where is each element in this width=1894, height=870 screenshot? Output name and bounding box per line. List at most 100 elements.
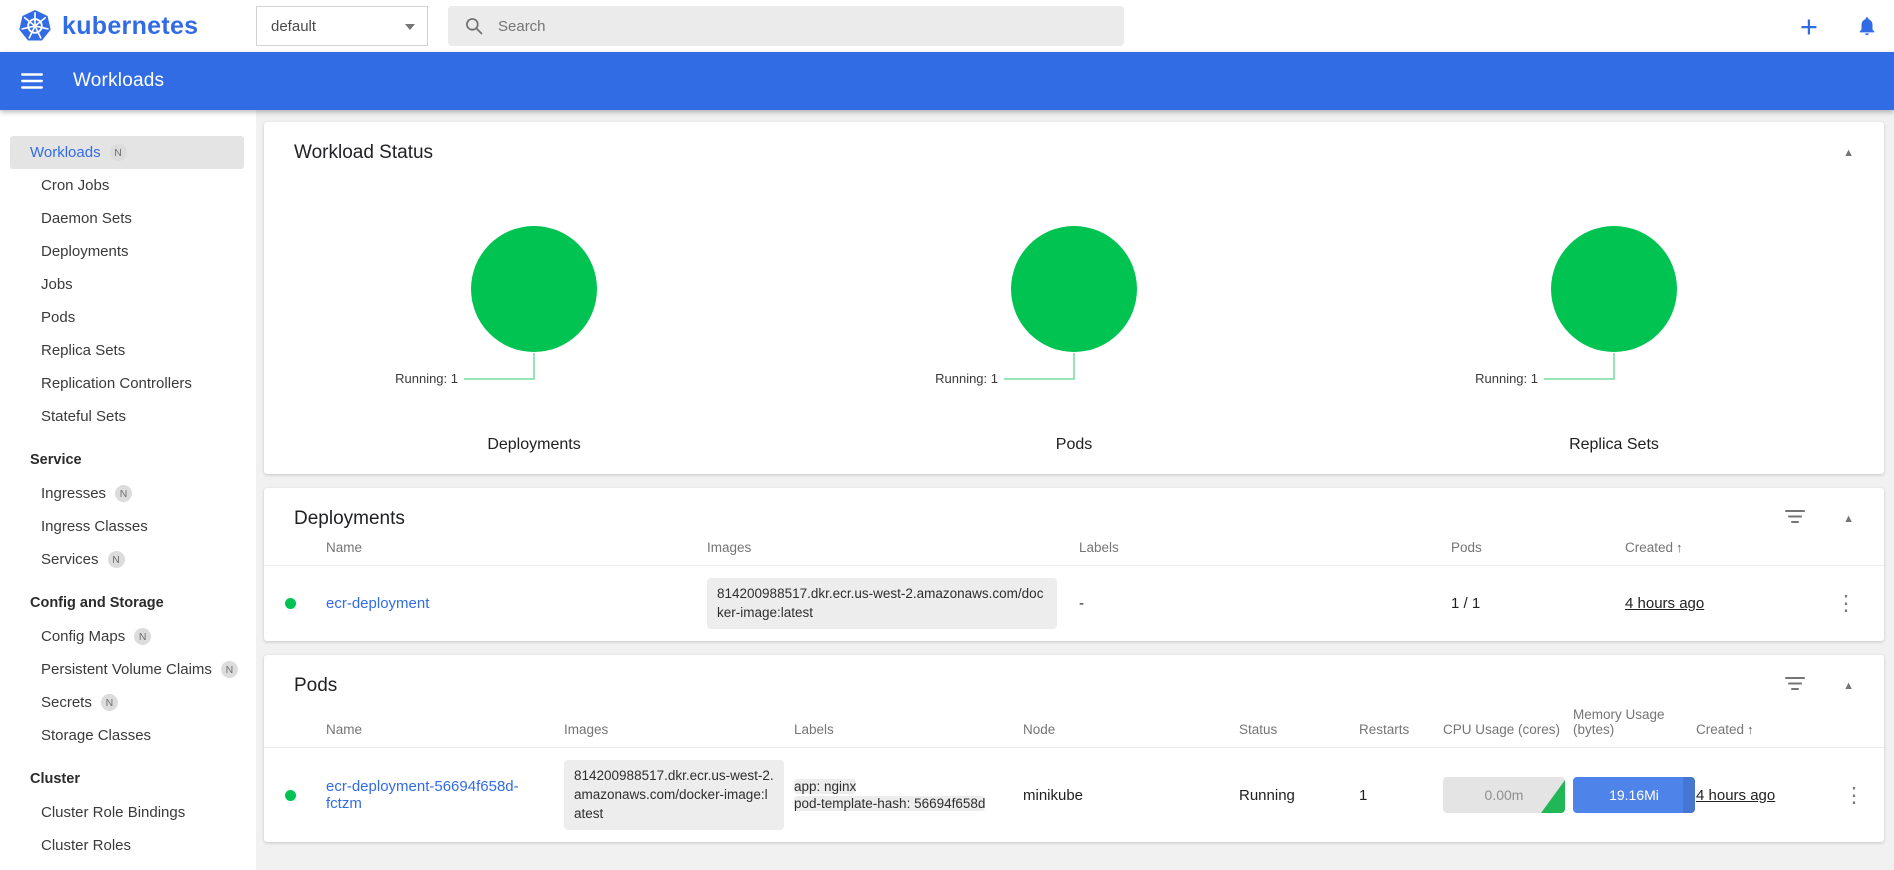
- menu-column-header: [1818, 536, 1884, 566]
- sidebar-item-storage-classes[interactable]: Storage Classes: [10, 719, 244, 752]
- sidebar-item-cluster-role-bindings[interactable]: Cluster Role Bindings: [10, 796, 244, 829]
- page-header-bar: Workloads: [0, 52, 1894, 110]
- sidebar-item-daemon-sets[interactable]: Daemon Sets: [10, 202, 244, 235]
- relative-time: 4 hours ago: [1696, 786, 1776, 804]
- topbar-actions: +: [1800, 11, 1894, 42]
- sidebar-section-config-and-storage: Config and Storage: [30, 595, 164, 611]
- images-cell: 814200988517.dkr.ecr.us-west-2.amazonaws…: [564, 747, 794, 843]
- namespaced-badge: N: [115, 485, 133, 502]
- status-column-header: [264, 703, 326, 748]
- name-cell: ecr-deployment: [326, 565, 707, 642]
- namespace-selector[interactable]: default: [256, 6, 428, 46]
- page-title: Workloads: [73, 70, 165, 91]
- row-menu-kebab-icon[interactable]: ⋮: [1834, 785, 1874, 806]
- namespaced-badge: N: [107, 551, 125, 568]
- pie-chart-svg: Running: 1: [1475, 226, 1677, 386]
- sidebar-item-cluster-roles[interactable]: Cluster Roles: [10, 829, 244, 862]
- cpu-usage-value: 0.00m: [1484, 787, 1524, 804]
- pods-card: Pods ▲ Name Images Labels Node Status Re…: [264, 655, 1884, 843]
- sidebar-section-service: Service: [30, 452, 82, 468]
- created-cell: 4 hours ago: [1696, 747, 1834, 843]
- collapse-card-icon[interactable]: ▲: [1843, 513, 1854, 525]
- menu-cell: ⋮: [1818, 565, 1884, 642]
- sidebar-item-services[interactable]: Services N: [10, 543, 244, 576]
- sidebar-section-cluster: Cluster: [30, 771, 80, 787]
- pie-chart-replica-sets: Running: 1 Replica Sets: [1344, 184, 1884, 454]
- sidebar-item-label: Workloads: [30, 144, 101, 161]
- sidebar-item-cron-jobs[interactable]: Cron Jobs: [10, 169, 244, 202]
- create-resource-button[interactable]: +: [1800, 11, 1818, 42]
- column-header-pods: Pods: [1451, 540, 1482, 555]
- cpu-cell: 0.00m: [1443, 747, 1573, 843]
- top-app-bar: kubernetes default +: [0, 0, 1894, 52]
- sidebar-item-secrets[interactable]: Secrets N: [10, 686, 244, 719]
- hamburger-menu-icon[interactable]: [19, 68, 45, 94]
- sidebar-item-ingress-classes[interactable]: Ingress Classes: [10, 510, 244, 543]
- sidebar-item-config-maps[interactable]: Config Maps N: [10, 620, 244, 653]
- status-column-header: [264, 536, 326, 566]
- deployments-card: Deployments ▲ Name Images Labels Pods Cr…: [264, 488, 1884, 642]
- column-header-images: Images: [564, 722, 609, 738]
- column-header-name[interactable]: Name: [326, 536, 707, 566]
- status-text-cell: Running: [1239, 747, 1359, 843]
- sidebar-item-label: Secrets: [41, 694, 92, 711]
- labels-cell: app: nginx pod-template-hash: 56694f658d: [794, 747, 1023, 843]
- notifications-bell-icon[interactable]: [1856, 15, 1878, 37]
- cpu-usage-sparkline: 0.00m: [1443, 777, 1565, 814]
- sidebar-item-label: Config Maps: [41, 628, 126, 645]
- sidebar-item-deployments[interactable]: Deployments: [10, 235, 244, 268]
- column-header-created[interactable]: Created ↑: [1696, 703, 1834, 748]
- search-input[interactable]: [498, 17, 1108, 35]
- node-cell: minikube: [1023, 747, 1239, 843]
- pie-slice-running: [1551, 226, 1677, 352]
- sidebar-item-workloads[interactable]: Workloads N: [10, 136, 244, 169]
- kubernetes-home-link[interactable]: kubernetes: [0, 9, 256, 43]
- column-header-images: Images: [707, 540, 752, 555]
- filter-icon[interactable]: [1785, 509, 1806, 529]
- sidebar-item-label: Storage Classes: [41, 727, 152, 744]
- image-chip: 814200988517.dkr.ecr.us-west-2.amazonaws…: [564, 760, 784, 831]
- sidebar-item-replication-controllers[interactable]: Replication Controllers: [10, 367, 244, 400]
- memory-cell: 19.16Mi: [1573, 747, 1696, 843]
- cpu-sparkline-icon: [1541, 780, 1565, 814]
- namespaced-badge: N: [100, 694, 118, 711]
- deployment-link[interactable]: ecr-deployment: [326, 595, 429, 612]
- row-menu-kebab-icon[interactable]: ⋮: [1818, 593, 1874, 614]
- namespaced-badge: N: [134, 628, 152, 645]
- pie-chart-pods: Running: 1 Pods: [804, 184, 1344, 454]
- column-header-name[interactable]: Name: [326, 703, 564, 748]
- sidebar-item-jobs[interactable]: Jobs: [10, 268, 244, 301]
- sidebar-item-persistent-volume-claims[interactable]: Persistent Volume Claims N: [10, 653, 244, 686]
- sidebar-item-replica-sets[interactable]: Replica Sets: [10, 334, 244, 367]
- callout-label: Running: 1: [1475, 371, 1538, 386]
- sidebar-item-label: Ingress Classes: [41, 518, 148, 535]
- card-title: Workload Status: [294, 142, 434, 163]
- column-header-created[interactable]: Created ↑: [1625, 536, 1818, 566]
- column-header-status: Status: [1239, 722, 1278, 738]
- sidebar-item-label: Deployments: [41, 243, 129, 260]
- search-bar[interactable]: [448, 6, 1124, 46]
- pod-link[interactable]: ecr-deployment-56694f658d-fctzm: [326, 778, 519, 812]
- sidebar-item-label: Replica Sets: [41, 342, 126, 359]
- callout-label: Running: 1: [935, 371, 998, 386]
- chart-title: Deployments: [487, 436, 581, 453]
- namespaced-badge: N: [220, 661, 238, 678]
- table-header-row: Name Images Labels Pods Created ↑: [264, 536, 1884, 566]
- collapse-card-icon[interactable]: ▲: [1843, 680, 1854, 692]
- filter-icon[interactable]: [1785, 676, 1806, 696]
- brand-name: kubernetes: [62, 11, 199, 40]
- sidebar-item-stateful-sets[interactable]: Stateful Sets: [10, 400, 244, 433]
- collapse-card-icon[interactable]: ▲: [1843, 147, 1854, 159]
- card-title: Deployments: [294, 508, 405, 529]
- images-cell: 814200988517.dkr.ecr.us-west-2.amazonaws…: [707, 565, 1079, 642]
- table-row: ecr-deployment-56694f658d-fctzm 81420098…: [264, 747, 1884, 843]
- sidebar-item-pods[interactable]: Pods: [10, 301, 244, 334]
- sidebar-item-ingresses[interactable]: Ingresses N: [10, 477, 244, 510]
- status-cell: [264, 747, 326, 843]
- chart-title: Pods: [1055, 436, 1093, 453]
- memory-usage-bar: 19.16Mi: [1573, 777, 1695, 814]
- pie-chart-svg: Running: 1: [395, 226, 597, 386]
- sidebar-item-label: Services: [41, 551, 99, 568]
- callout-line: [1004, 353, 1075, 380]
- sidebar-item-label: Cluster Role Bindings: [41, 804, 186, 821]
